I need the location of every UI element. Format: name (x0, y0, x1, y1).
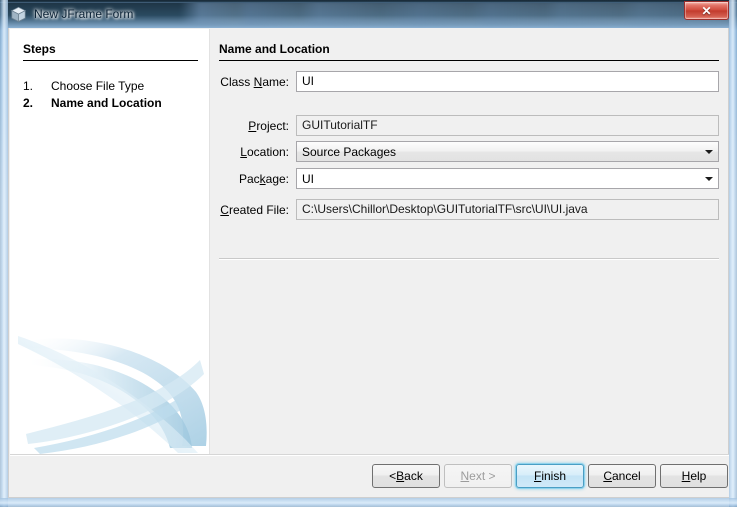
created-file-label: Created File: (220, 202, 289, 217)
content-panel: Name and Location Class Name: UI Project… (210, 29, 728, 454)
location-combobox[interactable]: Source Packages (296, 141, 719, 162)
window-border-left (0, 0, 8, 507)
next-button: Next > (444, 464, 512, 488)
page-title: Name and Location (219, 42, 330, 56)
steps-heading-rule (23, 60, 198, 61)
decorative-swoosh-graphic (18, 336, 207, 454)
window-border-right (729, 0, 737, 507)
field-row-class-name: Class Name: UI (219, 71, 719, 92)
project-label: Project: (248, 118, 289, 133)
location-label: Location: (240, 144, 289, 159)
cancel-button[interactable]: Cancel (588, 464, 656, 488)
field-row-created-file: Created File: C:\Users\Chillor\Desktop\G… (219, 199, 719, 220)
chevron-down-icon[interactable] (700, 143, 717, 160)
field-row-package: Package: UI (219, 168, 719, 189)
class-name-label: Class Name: (220, 74, 289, 89)
step-item-2: 2. Name and Location (23, 96, 162, 110)
step-2-number: 2. (23, 96, 34, 110)
package-combobox-value: UI (302, 171, 314, 186)
package-label: Package: (238, 171, 289, 186)
package-combobox[interactable]: UI (296, 168, 719, 189)
step-1-label: Choose File Type (51, 79, 145, 93)
step-item-1: 1. Choose File Type (23, 79, 144, 93)
steps-heading: Steps (23, 42, 56, 56)
button-bar: < Back Next > Finish Cancel Help (10, 456, 729, 497)
steps-panel: Steps 1. Choose File Type 2. Name and Loca… (10, 29, 209, 454)
back-button[interactable]: < Back (372, 464, 440, 488)
jframe-cube-icon (10, 6, 27, 23)
field-row-location: Location: Source Packages (219, 141, 719, 162)
created-file-value: C:\Users\Chillor\Desktop\GUITutorialTF\s… (296, 199, 719, 220)
finish-button[interactable]: Finish (516, 464, 584, 488)
dialog-body: Steps 1. Choose File Type 2. Name and Loca… (8, 28, 729, 498)
field-row-project: Project: GUITutorialTF (219, 115, 719, 136)
location-combobox-value: Source Packages (302, 144, 397, 159)
close-icon: ✕ (701, 3, 712, 18)
close-button[interactable]: ✕ (684, 1, 729, 20)
window-title: New JFrame Form (34, 7, 134, 21)
step-1-number: 1. (23, 79, 34, 93)
help-button[interactable]: Help (660, 464, 728, 488)
content-separator (219, 258, 719, 260)
page-title-rule (219, 60, 719, 61)
new-jframe-form-dialog: New JFrame Form ✕ Steps 1. Choose File Ty… (0, 0, 737, 507)
window-border-bottom (0, 498, 737, 507)
step-2-label: Name and Location (51, 96, 162, 110)
project-value: GUITutorialTF (296, 115, 719, 136)
chevron-down-icon[interactable] (700, 170, 717, 187)
title-bar[interactable]: New JFrame Form ✕ (0, 0, 737, 28)
class-name-input[interactable]: UI (296, 71, 719, 92)
